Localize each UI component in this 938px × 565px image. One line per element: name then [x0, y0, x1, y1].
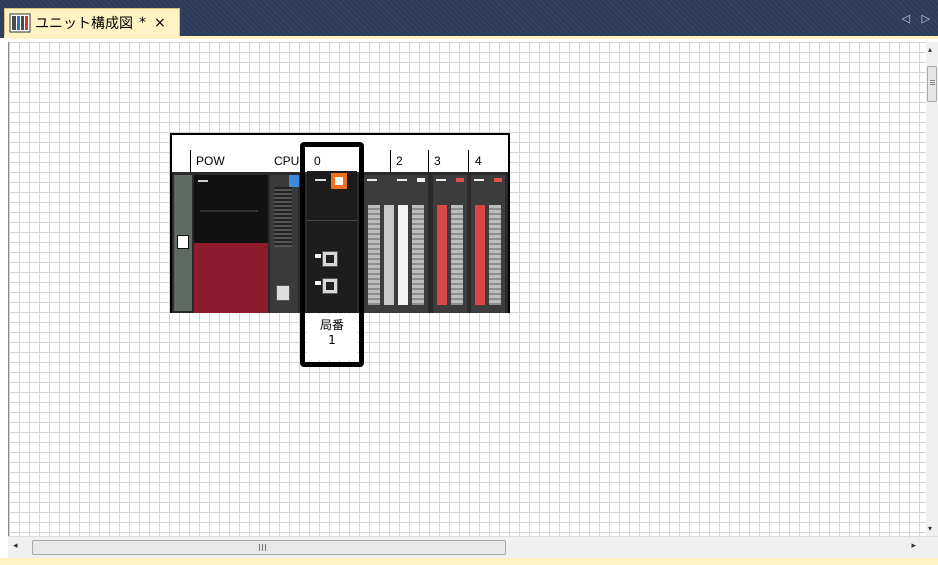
unit-config-icon — [9, 13, 31, 32]
horizontal-scrollbar[interactable]: ◂ ▸ — [8, 536, 938, 558]
horizontal-scroll-thumb[interactable] — [32, 540, 506, 555]
bottom-status-strip — [0, 558, 938, 565]
scroll-left-icon[interactable]: ◂ — [13, 541, 18, 551]
io-module-slot-1[interactable] — [364, 175, 398, 313]
grip-icon — [259, 544, 267, 551]
io-terminal-strip — [368, 205, 380, 305]
slot-divider — [190, 150, 191, 172]
cpu-vent — [274, 187, 292, 247]
tab-scroll-arrows-icon[interactable]: ◁ ▷ — [902, 12, 934, 25]
power-module-front-panel — [194, 243, 268, 313]
io-led-icon — [367, 179, 377, 181]
grip-icon — [930, 80, 935, 86]
scroll-up-icon[interactable]: ▴ — [928, 45, 932, 54]
scroll-down-icon[interactable]: ▾ — [928, 524, 932, 533]
slot-label-2: 2 — [396, 154, 403, 168]
slot-divider — [428, 150, 429, 172]
slot-divider — [390, 150, 391, 172]
io-indicator-strip — [437, 205, 447, 305]
close-icon[interactable]: × — [154, 15, 166, 31]
io-indicator-strip — [384, 205, 394, 305]
io-led-icon — [474, 179, 484, 181]
io-status-led-icon — [494, 178, 502, 182]
io-terminal-strip — [451, 205, 463, 305]
vertical-scrollbar[interactable]: ▴ ▾ — [926, 42, 938, 536]
io-indicator-strip — [475, 205, 485, 305]
io-module-slot-2[interactable] — [394, 175, 428, 313]
io-led-icon — [436, 179, 446, 181]
cpu-port-icon — [276, 285, 290, 301]
io-terminal-strip — [412, 205, 424, 305]
tab-unit-config[interactable]: ユニット構成図 * × — [4, 8, 180, 36]
slot-label-cpu: CPU — [274, 154, 300, 168]
slot-label-4: 4 — [475, 154, 482, 168]
io-led-icon — [397, 179, 407, 181]
unit-config-window: ユニット構成図 * × ◁ ▷ POW CPU 0 2 3 4 局番 1 ▴ ▾… — [0, 0, 938, 565]
slot-divider — [468, 150, 469, 172]
document-tab-strip: ユニット構成図 * × ◁ ▷ — [0, 0, 938, 39]
io-module-slot-4[interactable] — [471, 175, 505, 313]
slot-label-3: 3 — [434, 154, 441, 168]
vertical-scroll-thumb[interactable] — [927, 66, 937, 102]
io-indicator-strip — [398, 205, 408, 305]
selected-module-highlight — [300, 142, 364, 367]
base-connector-icon — [177, 235, 189, 249]
power-module-slot — [200, 210, 258, 212]
power-led-icon — [198, 180, 208, 182]
scroll-right-icon[interactable]: ▸ — [911, 541, 916, 551]
tab-title: ユニット構成図 — [35, 15, 133, 32]
tab-underline — [4, 36, 938, 39]
io-status-led-icon — [456, 178, 464, 182]
slot-label-power: POW — [196, 154, 225, 168]
cpu-status-led-icon — [289, 175, 299, 187]
io-terminal-strip — [489, 205, 501, 305]
io-module-slot-3[interactable] — [433, 175, 467, 313]
modified-marker: * — [139, 14, 146, 31]
io-status-led-icon — [417, 178, 425, 182]
